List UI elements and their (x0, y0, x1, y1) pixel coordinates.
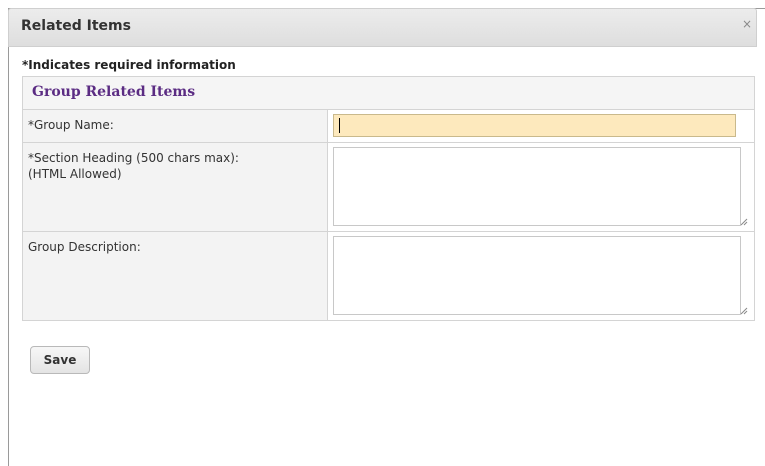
section-header: Group Related Items (23, 77, 754, 110)
dialog-title: Related Items (21, 18, 131, 34)
group-name-row: *Group Name: (23, 110, 754, 143)
group-description-row: Group Description: (23, 232, 754, 320)
required-info-note: *Indicates required information (22, 58, 236, 72)
section-title: Group Related Items (32, 84, 196, 100)
group-name-cell (328, 110, 754, 142)
section-heading-row: *Section Heading (500 chars max): (HTML … (23, 143, 754, 232)
section-heading-cell (328, 143, 754, 231)
save-button[interactable]: Save (30, 346, 90, 374)
section-heading-label-line1: *Section Heading (500 chars max): (28, 151, 239, 165)
group-name-label: *Group Name: (23, 110, 328, 142)
dialog-titlebar: Related Items × (8, 8, 757, 47)
section-heading-label: *Section Heading (500 chars max): (HTML … (23, 143, 328, 231)
section-heading-textarea[interactable] (333, 147, 741, 226)
group-description-label: Group Description: (23, 232, 328, 320)
group-name-input[interactable] (333, 114, 736, 137)
text-caret (339, 118, 340, 133)
close-icon[interactable]: × (742, 17, 752, 31)
group-description-cell (328, 232, 754, 320)
resize-handle-icon[interactable] (740, 307, 748, 315)
resize-handle-icon[interactable] (740, 218, 748, 226)
group-description-textarea[interactable] (333, 236, 741, 315)
section-heading-label-line2: (HTML Allowed) (28, 167, 122, 181)
group-related-items-form: Group Related Items *Group Name: *Sectio… (22, 76, 755, 321)
